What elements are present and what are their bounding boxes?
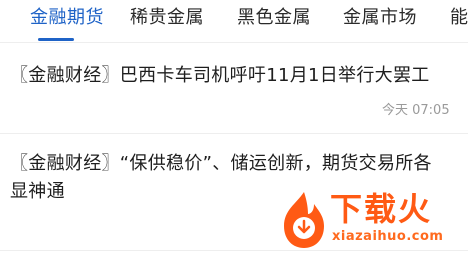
active-tab-indicator	[38, 38, 74, 41]
watermark-url: xiazaihuo.com	[332, 229, 444, 244]
tab-metal-market[interactable]: 金属市场	[343, 6, 417, 30]
tab-ferrous-metals[interactable]: 黑色金属	[237, 6, 311, 30]
flame-download-icon	[284, 192, 324, 248]
news-divider	[0, 250, 468, 251]
tab-precious-metals[interactable]: 稀贵金属	[130, 6, 204, 30]
tab-divider	[0, 42, 468, 43]
watermark-brand: 下载火	[330, 190, 433, 228]
tab-energy[interactable]: 能	[450, 6, 468, 30]
news-timestamp: 今天 07:05	[382, 103, 450, 118]
tab-financial-futures[interactable]: 金融期货	[30, 6, 104, 30]
news-divider	[0, 133, 468, 134]
category-tab-bar: 金融期货 稀贵金属 黑色金属 金属市场 能	[0, 0, 468, 42]
watermark-logo: 下载火 xiazaihuo.com	[278, 190, 464, 250]
news-title[interactable]: 〖金融财经〗巴西卡车司机呼吁11月1日举行大罢工	[10, 62, 430, 90]
